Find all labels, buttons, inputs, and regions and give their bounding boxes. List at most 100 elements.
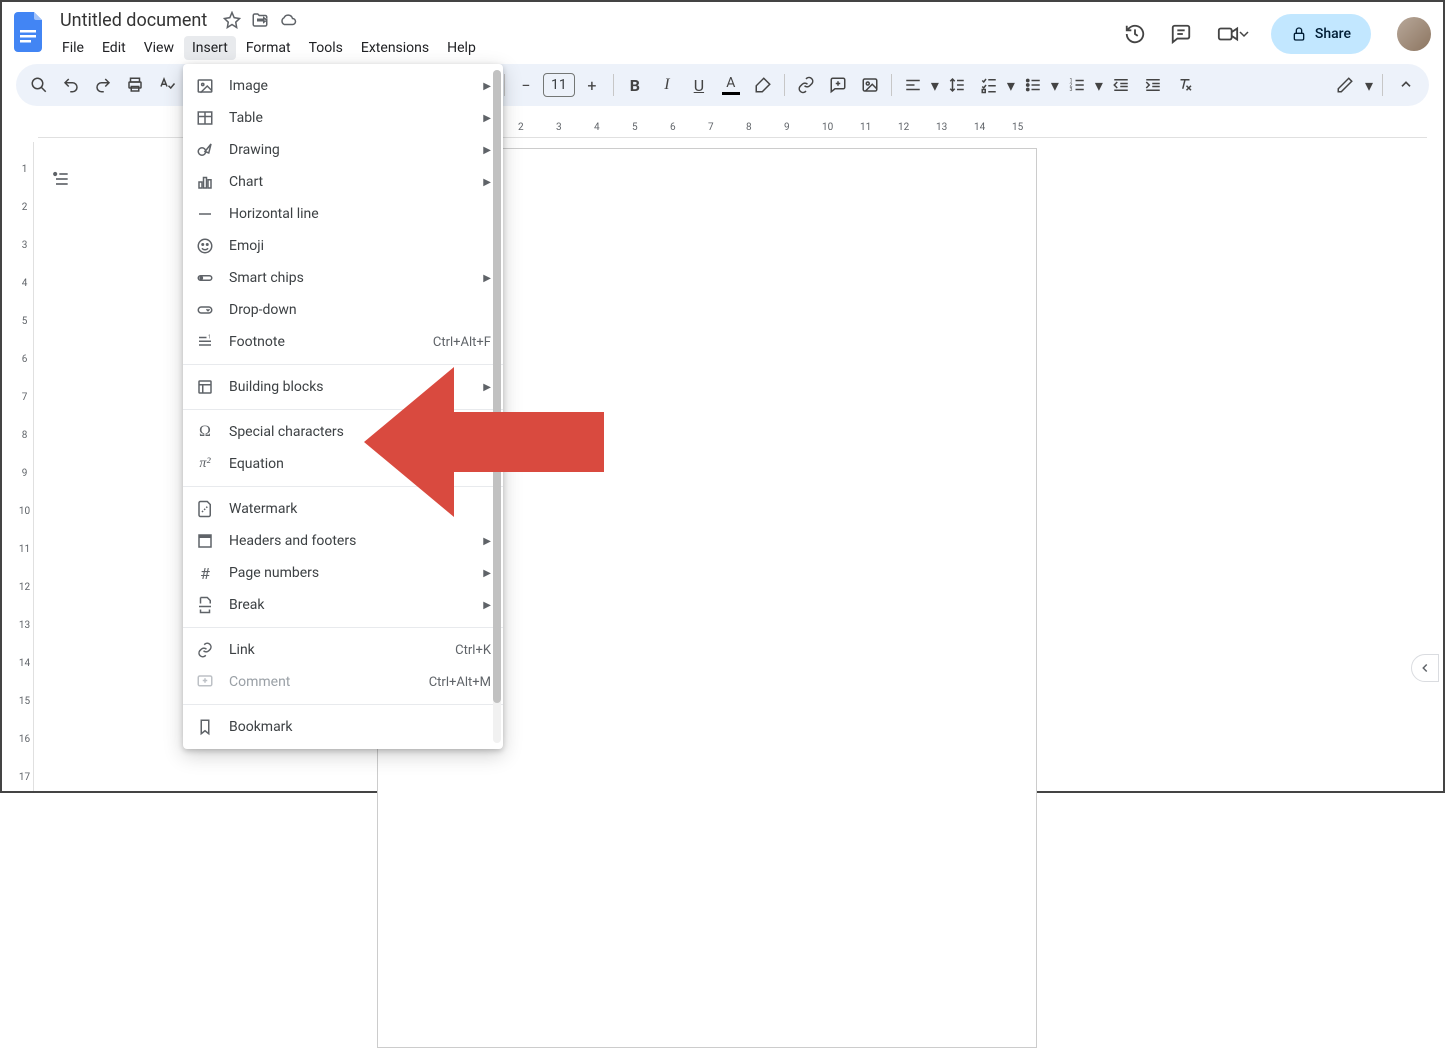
menu-view[interactable]: View	[136, 36, 182, 60]
link-icon	[195, 640, 215, 660]
italic-icon[interactable]: I	[652, 70, 682, 100]
horizontal-line-icon	[195, 204, 215, 224]
underline-icon[interactable]: U	[684, 70, 714, 100]
menu-item-break[interactable]: Break▶	[183, 589, 503, 621]
menu-item-special-characters[interactable]: ΩSpecial characters	[183, 416, 503, 448]
building-blocks-icon	[195, 377, 215, 397]
increase-indent-icon[interactable]	[1138, 70, 1168, 100]
image-icon	[195, 76, 215, 96]
menu-item-chart[interactable]: Chart▶	[183, 166, 503, 198]
font-size-input[interactable]: 11	[543, 73, 575, 97]
submenu-arrow-icon: ▶	[483, 382, 491, 393]
menu-item-equation[interactable]: π²Equation	[183, 448, 503, 480]
separator	[183, 364, 503, 365]
menu-insert[interactable]: Insert	[184, 36, 236, 60]
history-icon[interactable]	[1121, 20, 1149, 48]
docs-logo-icon[interactable]	[10, 12, 50, 52]
smart-chips-icon	[195, 268, 215, 288]
dropdown-scrollbar[interactable]	[493, 70, 501, 743]
share-button[interactable]: Share	[1271, 14, 1371, 54]
add-comment-icon[interactable]	[823, 70, 853, 100]
menu-item-footnote[interactable]: 1FootnoteCtrl+Alt+F	[183, 326, 503, 358]
menu-item-headers-footers[interactable]: Headers and footers▶	[183, 525, 503, 557]
submenu-arrow-icon: ▶	[483, 568, 491, 579]
outline-toggle-icon[interactable]	[46, 164, 76, 194]
text-color-icon[interactable]: A	[716, 70, 746, 100]
menu-item-drawing[interactable]: Drawing▶	[183, 134, 503, 166]
collapse-toolbar-icon[interactable]	[1391, 70, 1421, 100]
menu-item-bookmark[interactable]: Bookmark	[183, 711, 503, 743]
menu-item-page-numbers[interactable]: #Page numbers▶	[183, 557, 503, 589]
menu-item-link[interactable]: LinkCtrl+K	[183, 634, 503, 666]
drawing-icon	[195, 140, 215, 160]
submenu-arrow-icon: ▶	[483, 536, 491, 547]
highlight-icon[interactable]	[748, 70, 778, 100]
submenu-arrow-icon: ▶	[483, 273, 491, 284]
undo-icon[interactable]	[56, 70, 86, 100]
submenu-arrow-icon: ▶	[483, 81, 491, 92]
insert-link-icon[interactable]	[791, 70, 821, 100]
numbered-list-icon[interactable]: 123	[1062, 70, 1092, 100]
submenu-arrow-icon: ▶	[483, 600, 491, 611]
menu-item-building-blocks[interactable]: Building blocks▶	[183, 371, 503, 403]
separator	[784, 74, 785, 96]
chevron-down-icon[interactable]: ▾	[1364, 76, 1374, 95]
menu-tools[interactable]: Tools	[301, 36, 351, 60]
increase-font-icon[interactable]: +	[577, 70, 607, 100]
dropdown-chip-icon	[195, 300, 215, 320]
menu-format[interactable]: Format	[238, 36, 299, 60]
print-icon[interactable]	[120, 70, 150, 100]
decrease-indent-icon[interactable]	[1106, 70, 1136, 100]
submenu-arrow-icon: ▶	[483, 145, 491, 156]
menu-item-table[interactable]: Table▶	[183, 102, 503, 134]
comments-icon[interactable]	[1167, 20, 1195, 48]
submenu-arrow-icon: ▶	[483, 177, 491, 188]
bullet-list-icon[interactable]	[1018, 70, 1048, 100]
editing-mode-icon[interactable]	[1330, 70, 1360, 100]
separator	[183, 486, 503, 487]
menu-item-image[interactable]: Image▶	[183, 70, 503, 102]
search-icon[interactable]	[24, 70, 54, 100]
footnote-icon: 1	[195, 332, 215, 352]
headers-footers-icon	[195, 531, 215, 551]
menu-edit[interactable]: Edit	[94, 36, 134, 60]
account-avatar[interactable]	[1397, 17, 1431, 51]
menu-item-smart-chips[interactable]: Smart chips▶	[183, 262, 503, 294]
menu-item-dropdown[interactable]: Drop-down	[183, 294, 503, 326]
separator	[891, 74, 892, 96]
bold-icon[interactable]: B	[620, 70, 650, 100]
redo-icon[interactable]	[88, 70, 118, 100]
checklist-icon[interactable]	[974, 70, 1004, 100]
meet-icon[interactable]	[1213, 20, 1253, 48]
menu-item-horizontal-line[interactable]: Horizontal line	[183, 198, 503, 230]
clear-format-icon[interactable]	[1170, 70, 1200, 100]
chevron-down-icon[interactable]: ▾	[1006, 76, 1016, 95]
decrease-font-icon[interactable]: −	[511, 70, 541, 100]
star-icon[interactable]	[223, 11, 241, 29]
insert-image-icon[interactable]	[855, 70, 885, 100]
align-icon[interactable]	[898, 70, 928, 100]
svg-text:1: 1	[208, 334, 211, 340]
emoji-icon	[195, 236, 215, 256]
side-panel-toggle-icon[interactable]	[1411, 654, 1439, 682]
menu-item-emoji[interactable]: Emoji	[183, 230, 503, 262]
menu-item-comment: CommentCtrl+Alt+M	[183, 666, 503, 698]
spellcheck-icon[interactable]	[152, 70, 182, 100]
line-spacing-icon[interactable]	[942, 70, 972, 100]
move-icon[interactable]	[251, 11, 269, 29]
chevron-down-icon[interactable]: ▾	[1094, 76, 1104, 95]
menu-extensions[interactable]: Extensions	[353, 36, 437, 60]
chevron-down-icon[interactable]: ▾	[930, 76, 940, 95]
document-title[interactable]: Untitled document	[54, 10, 213, 31]
cloud-status-icon[interactable]	[279, 11, 297, 29]
chevron-down-icon[interactable]: ▾	[1050, 76, 1060, 95]
menu-item-watermark[interactable]: Watermark	[183, 493, 503, 525]
menu-file[interactable]: File	[54, 36, 92, 60]
separator	[183, 409, 503, 410]
menu-help[interactable]: Help	[439, 36, 484, 60]
separator	[183, 627, 503, 628]
bookmark-icon	[195, 717, 215, 737]
vertical-ruler[interactable]: 1234567891011121314151617	[16, 142, 34, 791]
pi-icon: π²	[195, 454, 215, 474]
chart-icon	[195, 172, 215, 192]
